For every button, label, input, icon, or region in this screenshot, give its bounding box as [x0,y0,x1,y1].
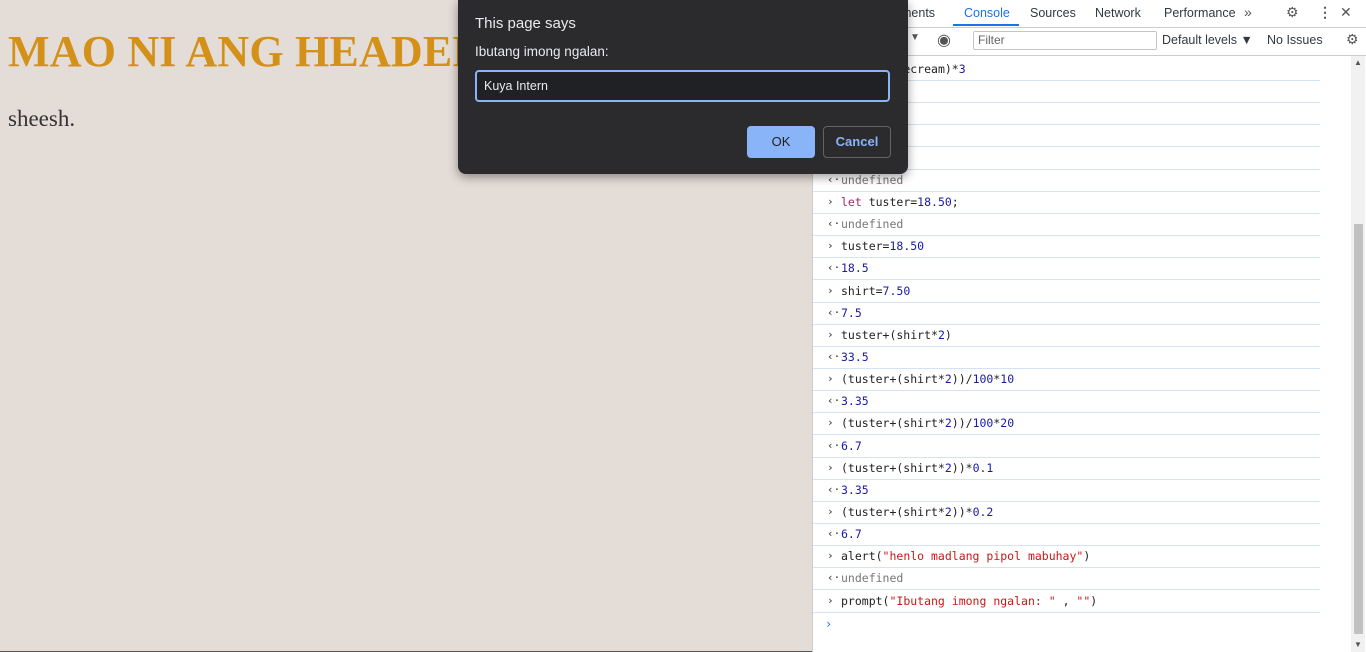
console-output-row: ‹· 3.35 [813,479,1320,502]
console-output-row: ‹· 6.7 [813,435,1320,458]
page-heading: MAO NI ANG HEADER [8,27,485,76]
console-output-row: ‹· 6.7 [813,523,1320,547]
scroll-up-arrow-icon[interactable]: ▲ [1354,58,1362,67]
tab-performance[interactable]: Performance [1164,6,1236,20]
tab-console[interactable]: Console [964,6,1010,20]
log-levels-dropdown[interactable]: Default levels ▼ [1162,33,1253,47]
console-scrollbar[interactable]: ▲ ▼ [1351,56,1365,652]
tab-sources[interactable]: Sources [1030,6,1076,20]
live-expression-eye-icon[interactable]: ◉ [937,30,951,50]
return-arrow-icon: ‹· [827,527,841,541]
dialog-message: Ibutang imong ngalan: [475,44,609,59]
console-input-row: › alert("henlo madlang pipol mabuhay") [813,545,1320,569]
return-arrow-icon: ‹· [827,261,841,275]
console-output-row: ‹· 33.5 [813,346,1320,369]
console-line-text: 6.7 [841,438,862,453]
console-output-row: ‹· 7.5 [813,302,1320,325]
input-chevron-icon: › [827,593,834,607]
console-input-row: › tuster+(shirt*2) [813,324,1320,347]
console-output-row: ‹· 3.35 [813,390,1320,414]
console-line-text: 7.5 [841,305,862,320]
console-input-row: › (tuster+(shirt*2))/100*20 [813,412,1320,436]
console-output-row: ‹· undefined [813,213,1320,237]
console-prompt-caret-icon[interactable]: › [825,617,832,631]
dialog-text-input[interactable]: Kuya Intern [475,70,890,102]
input-chevron-icon: › [827,283,834,297]
active-tab-indicator [953,24,1019,26]
issues-counter[interactable]: No Issues [1267,33,1323,47]
console-line-text: (tuster+(shirt*2))*0.2 [841,505,994,519]
console-line-text: (tuster+(shirt*2))*0.1 [841,460,994,475]
input-chevron-icon: › [827,327,834,341]
console-filter-input[interactable]: Filter [973,31,1157,50]
context-dropdown-icon[interactable]: ▼ [910,32,920,43]
console-output-row: ‹· 18.5 [813,257,1320,281]
close-icon[interactable]: ✕ [1340,4,1352,21]
console-line-text: alert("henlo madlang pipol mabuhay") [841,549,1091,564]
return-arrow-icon: ‹· [827,571,841,585]
dialog-title: This page says [475,15,576,32]
console-line-text: 3.35 [841,394,869,409]
console-line-text: tuster=18.50 [841,239,925,254]
console-line-text: (tuster+(shirt*2))/100*10 [841,372,1015,387]
console-line-text: 18.5 [841,261,869,276]
prompt-dialog: This page says Ibutang imong ngalan: Kuy… [458,0,908,174]
tab-network[interactable]: Network [1095,6,1141,20]
ok-button[interactable]: OK [747,126,815,158]
console-line-text: 6.7 [841,527,862,542]
input-chevron-icon: › [827,416,834,430]
console-line-text: shirt=7.50 [841,283,911,298]
settings-gear-icon[interactable]: ⚙ [1286,4,1299,21]
input-chevron-icon: › [827,460,834,474]
scrollbar-thumb[interactable] [1354,224,1363,634]
input-chevron-icon: › [827,194,834,208]
console-line-text: 33.5 [841,349,869,364]
console-line-text: undefined [841,217,904,232]
console-line-text: prompt("Ibutang imong ngalan: " , "") [841,593,1098,608]
console-line-text: let tuster=18.50; [841,194,959,209]
console-settings-gear-icon[interactable]: ⚙ [1346,31,1359,48]
console-input-row: › (tuster+(shirt*2))*0.2 [813,501,1320,524]
page-paragraph: sheesh. [8,106,76,131]
console-input-row: › prompt("Ibutang imong ngalan: " , "") [813,590,1320,613]
console-input-row: › (tuster+(shirt*2))*0.1 [813,457,1320,480]
console-input-row: › shirt=7.50 [813,280,1320,303]
input-chevron-icon: › [827,549,834,563]
return-arrow-icon: ‹· [827,305,841,319]
console-line-text: 3.35 [841,482,869,497]
return-arrow-icon: ‹· [827,394,841,408]
scroll-down-arrow-icon[interactable]: ▼ [1354,640,1362,649]
return-arrow-icon: ‹· [827,349,841,363]
input-chevron-icon: › [827,505,834,518]
return-arrow-icon: ‹· [827,482,841,496]
console-output-row: ‹· undefined [813,567,1320,591]
return-arrow-icon: ‹· [827,438,841,452]
more-tabs-icon[interactable]: » [1244,4,1252,20]
kebab-menu-icon[interactable]: ⋮ [1318,4,1332,21]
console-line-text: tuster+(shirt*2) [841,327,952,342]
return-arrow-icon: ‹· [827,217,841,231]
input-chevron-icon: › [827,372,834,386]
console-input-row: › let tuster=18.50; [813,191,1320,214]
cancel-button[interactable]: Cancel [823,126,891,158]
console-input-row: › tuster=18.50 [813,235,1320,259]
input-chevron-icon: › [827,239,834,253]
console-line-text: undefined [841,571,904,586]
console-input-row: › (tuster+(shirt*2))/100*10 [813,368,1320,392]
console-line-text: (tuster+(shirt*2))/100*20 [841,416,1015,431]
